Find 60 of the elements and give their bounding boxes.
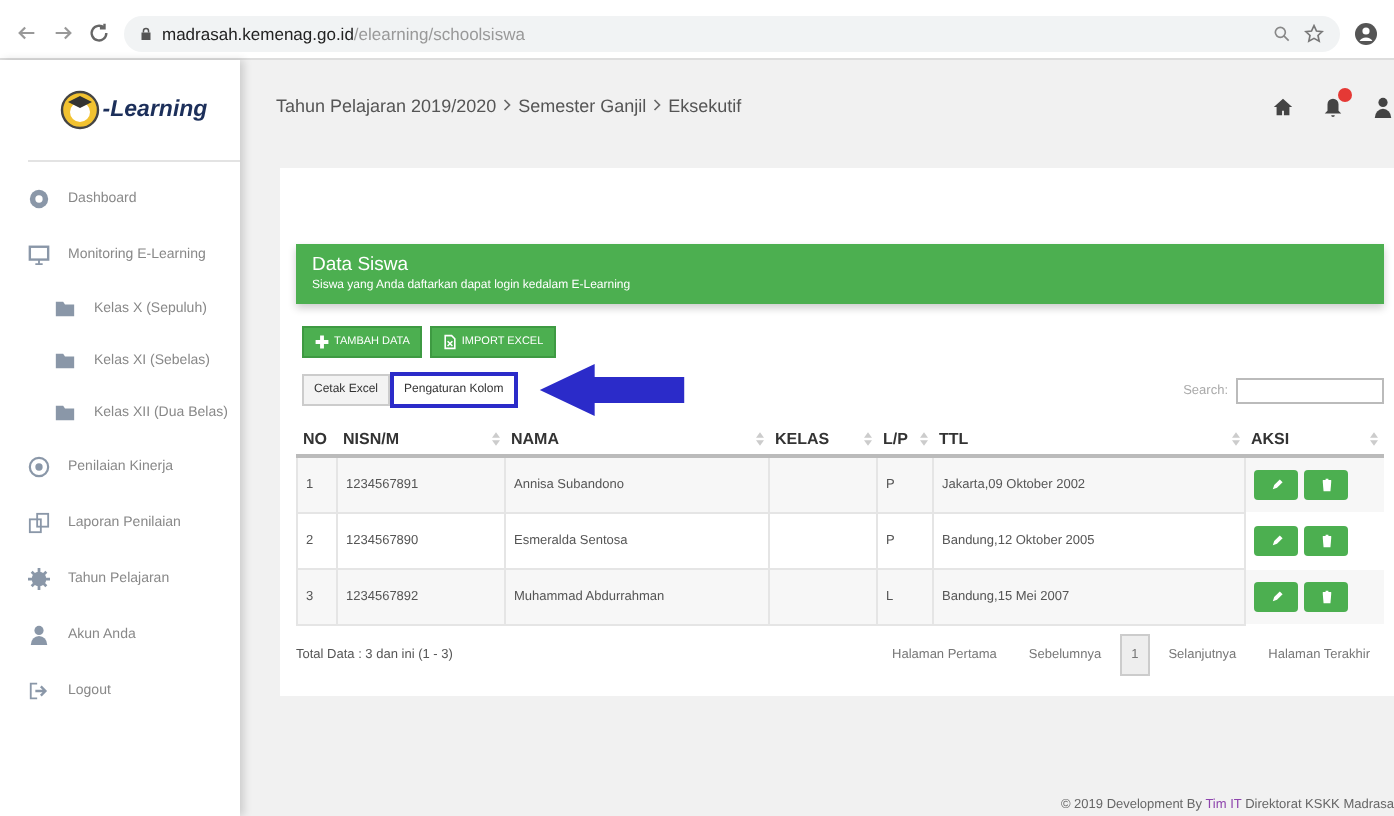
settings-icon	[28, 567, 50, 589]
logo-text: -Learning	[102, 98, 208, 122]
edit-button[interactable]	[1254, 525, 1298, 555]
column-header[interactable]: TTL	[939, 430, 969, 448]
sort-icon[interactable]	[1231, 432, 1239, 446]
chevron-icon	[652, 98, 663, 112]
breadcrumb-item[interactable]: Eksekutif	[668, 96, 742, 116]
pencil-icon	[1269, 533, 1283, 547]
pencil-icon	[1269, 478, 1283, 492]
column-header[interactable]: L/P	[883, 430, 908, 448]
copy-icon	[28, 511, 50, 533]
trash-icon	[1319, 533, 1333, 547]
logout-icon	[28, 679, 50, 701]
column-header[interactable]: NAMA	[511, 430, 559, 448]
delete-button[interactable]	[1304, 581, 1348, 611]
column-header[interactable]: AKSI	[1251, 430, 1290, 448]
forward-icon[interactable]	[52, 22, 74, 44]
excel-file-icon	[441, 334, 458, 350]
reload-icon[interactable]	[88, 22, 110, 44]
sort-icon[interactable]	[863, 432, 871, 446]
plus-icon	[314, 334, 330, 350]
user-icon	[28, 623, 50, 645]
breadcrumb-item[interactable]: Semester Ganjil	[518, 96, 647, 116]
notification-dot	[1338, 87, 1352, 101]
sort-icon[interactable]	[1370, 432, 1378, 446]
edit-button[interactable]	[1254, 470, 1298, 500]
bell-icon[interactable]	[1322, 95, 1344, 117]
table-cell	[769, 569, 877, 625]
monitor-icon	[28, 243, 50, 265]
star-icon[interactable]	[1304, 23, 1324, 43]
table-cell	[769, 456, 877, 513]
folder-icon	[54, 349, 76, 371]
sort-icon[interactable]	[491, 432, 499, 446]
dashboard-icon	[28, 187, 50, 209]
column-header[interactable]: NO	[303, 430, 327, 448]
target-icon	[28, 455, 50, 477]
lock-icon	[140, 25, 152, 41]
column-header[interactable]: KELAS	[775, 430, 830, 448]
chevron-icon	[502, 98, 513, 112]
column-header[interactable]: NISN/M	[343, 430, 399, 448]
breadcrumb-item[interactable]: Tahun Pelajaran 2019/2020	[276, 96, 497, 116]
account-icon[interactable]	[1354, 21, 1378, 45]
sort-icon[interactable]	[755, 432, 763, 446]
search-field[interactable]	[1236, 377, 1384, 403]
edit-button[interactable]	[1254, 581, 1298, 611]
delete-button[interactable]	[1304, 470, 1348, 500]
folder-icon	[54, 401, 76, 423]
user-icon[interactable]	[1372, 95, 1394, 117]
sort-icon[interactable]	[919, 432, 927, 446]
address-field[interactable]: madrasah.kemenag.go.id/elearning/schoolsiswa	[124, 15, 1340, 51]
panel-title: Data Siswa	[312, 254, 411, 276]
pencil-icon	[1269, 589, 1283, 603]
home-icon[interactable]	[1272, 95, 1294, 117]
zoom-icon[interactable]	[1272, 23, 1292, 43]
trash-icon	[1319, 478, 1333, 492]
delete-button[interactable]	[1304, 525, 1348, 555]
back-icon[interactable]	[16, 22, 38, 44]
logo-icon	[60, 90, 101, 130]
trash-icon	[1319, 589, 1333, 603]
folder-icon	[54, 297, 76, 319]
